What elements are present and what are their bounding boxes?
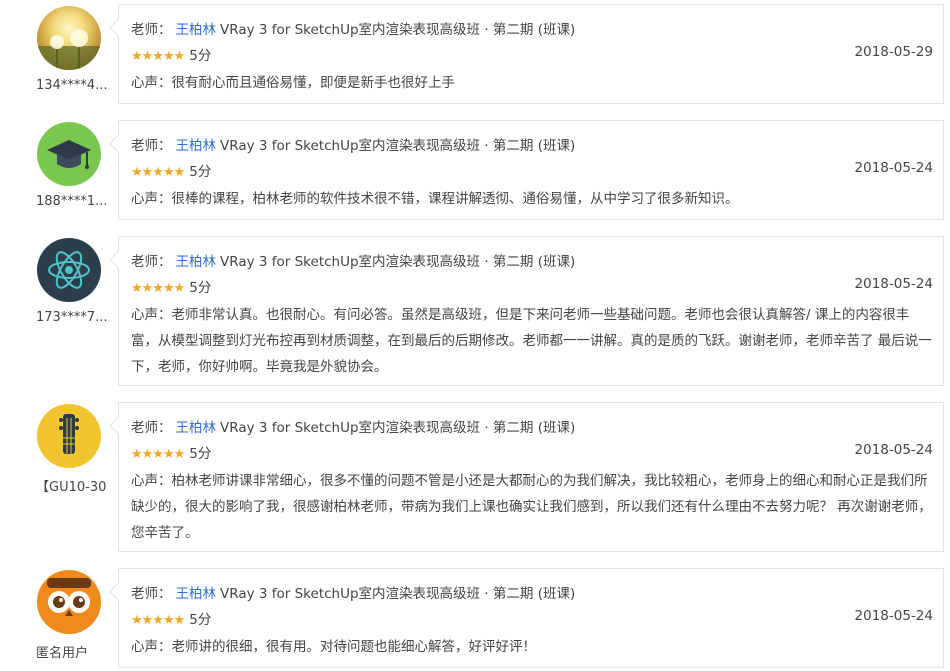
rating: ★★★★★ 5分 bbox=[131, 44, 211, 64]
teacher-label: 老师： bbox=[131, 254, 172, 270]
reviewer: 匿名用户 bbox=[28, 568, 110, 661]
star-rating-icon: ★★★★★ bbox=[131, 165, 185, 180]
atom-icon bbox=[48, 251, 90, 289]
owl-icon bbox=[47, 578, 91, 616]
username[interactable]: 173****7... bbox=[28, 310, 110, 325]
review-item: 188****1... 老师： 王柏林 VRay 3 for SketchUp室内渲… bbox=[0, 120, 950, 220]
course-title: VRay 3 for SketchUp室内渲染表现高级班 · 第二期 (班课) bbox=[220, 420, 576, 436]
reviewer: 188****1... bbox=[28, 120, 110, 209]
review-date: 2018-05-24 bbox=[854, 276, 933, 292]
course-title: VRay 3 for SketchUp室内渲染表现高级班 · 第二期 (班课) bbox=[220, 138, 576, 154]
rating: ★★★★★ 5分 bbox=[131, 160, 211, 180]
avatar[interactable] bbox=[37, 6, 101, 70]
review-card: 老师： 王柏林 VRay 3 for SketchUp室内渲染表现高级班 · 第二期… bbox=[118, 402, 944, 552]
teacher-label: 老师： bbox=[131, 138, 172, 154]
reviewer: 173****7... bbox=[28, 236, 110, 325]
score: 5分 bbox=[189, 612, 212, 628]
teacher-link[interactable]: 王柏林 bbox=[176, 22, 217, 38]
review-item: 134****4... 老师： 王柏林 VRay 3 for SketchUp室内渲… bbox=[0, 4, 950, 104]
review-item: 匿名用户 老师： 王柏林 VRay 3 for SketchUp室内渲染表现高级班 … bbox=[0, 568, 950, 668]
score: 5分 bbox=[189, 280, 212, 296]
review-comment: 心声：老师非常认真。也很耐心。有问必答。虽然是高级班，但是下来问老师一些基础问题… bbox=[131, 307, 932, 375]
review-date: 2018-05-24 bbox=[854, 608, 933, 624]
guitar-icon bbox=[59, 414, 79, 454]
review-comment: 心声：柏林老师讲课非常细心，很多不懂的问题不管是小还是大都耐心的为我们解决，我比… bbox=[131, 473, 932, 541]
review-comment: 心声：很棒的课程，柏林老师的软件技术很不错，课程讲解透彻、通俗易懂，从中学习了很… bbox=[131, 191, 739, 207]
graduation-cap-icon bbox=[47, 140, 91, 169]
rating: ★★★★★ 5分 bbox=[131, 608, 211, 628]
reviewer: 【GU10-30 bbox=[28, 402, 110, 495]
avatar[interactable] bbox=[37, 570, 101, 634]
course-line: 老师： 王柏林 VRay 3 for SketchUp室内渲染表现高级班 · 第二期… bbox=[131, 250, 575, 270]
rating: ★★★★★ 5分 bbox=[131, 442, 211, 462]
username[interactable]: 【GU10-30 bbox=[28, 476, 110, 495]
review-item: 173****7... 老师： 王柏林 VRay 3 for SketchUp室内渲… bbox=[0, 236, 950, 386]
review-card: 老师： 王柏林 VRay 3 for SketchUp室内渲染表现高级班 · 第二期… bbox=[118, 236, 944, 386]
teacher-label: 老师： bbox=[131, 420, 172, 436]
username[interactable]: 匿名用户 bbox=[28, 642, 110, 661]
course-line: 老师： 王柏林 VRay 3 for SketchUp室内渲染表现高级班 · 第二期… bbox=[131, 416, 575, 436]
course-title: VRay 3 for SketchUp室内渲染表现高级班 · 第二期 (班课) bbox=[220, 22, 576, 38]
username[interactable]: 188****1... bbox=[28, 194, 110, 209]
review-card: 老师： 王柏林 VRay 3 for SketchUp室内渲染表现高级班 · 第二期… bbox=[118, 120, 944, 220]
star-rating-icon: ★★★★★ bbox=[131, 613, 185, 628]
review-card: 老师： 王柏林 VRay 3 for SketchUp室内渲染表现高级班 · 第二期… bbox=[118, 568, 944, 668]
review-comment: 心声：很有耐心而且通俗易懂，即便是新手也很好上手 bbox=[131, 75, 455, 91]
review-comment: 心声：老师讲的很细，很有用。对待问题也能细心解答，好评好评！ bbox=[131, 639, 536, 655]
avatar[interactable] bbox=[37, 122, 101, 186]
teacher-label: 老师： bbox=[131, 586, 172, 602]
star-rating-icon: ★★★★★ bbox=[131, 281, 185, 296]
star-rating-icon: ★★★★★ bbox=[131, 49, 185, 64]
score: 5分 bbox=[189, 446, 212, 462]
rating: ★★★★★ 5分 bbox=[131, 276, 211, 296]
score: 5分 bbox=[189, 164, 212, 180]
teacher-link[interactable]: 王柏林 bbox=[176, 138, 217, 154]
reviewer: 134****4... bbox=[28, 4, 110, 93]
course-line: 老师： 王柏林 VRay 3 for SketchUp室内渲染表现高级班 · 第二期… bbox=[131, 134, 575, 154]
review-date: 2018-05-29 bbox=[854, 44, 933, 60]
course-line: 老师： 王柏林 VRay 3 for SketchUp室内渲染表现高级班 · 第二期… bbox=[131, 582, 575, 602]
review-date: 2018-05-24 bbox=[854, 160, 933, 176]
course-line: 老师： 王柏林 VRay 3 for SketchUp室内渲染表现高级班 · 第二期… bbox=[131, 18, 575, 38]
teacher-link[interactable]: 王柏林 bbox=[176, 254, 217, 270]
review-card: 老师： 王柏林 VRay 3 for SketchUp室内渲染表现高级班 · 第二期… bbox=[118, 4, 944, 104]
teacher-label: 老师： bbox=[131, 22, 172, 38]
username[interactable]: 134****4... bbox=[28, 78, 110, 93]
star-rating-icon: ★★★★★ bbox=[131, 447, 185, 462]
course-title: VRay 3 for SketchUp室内渲染表现高级班 · 第二期 (班课) bbox=[220, 586, 576, 602]
score: 5分 bbox=[189, 48, 212, 64]
avatar[interactable] bbox=[37, 404, 101, 468]
teacher-link[interactable]: 王柏林 bbox=[176, 420, 217, 436]
review-date: 2018-05-24 bbox=[854, 442, 933, 458]
course-title: VRay 3 for SketchUp室内渲染表现高级班 · 第二期 (班课) bbox=[220, 254, 576, 270]
avatar[interactable] bbox=[37, 238, 101, 302]
dandelion-photo-icon bbox=[37, 29, 101, 70]
teacher-link[interactable]: 王柏林 bbox=[176, 586, 217, 602]
review-item: 【GU10-30 老师： 王柏林 VRay 3 for SketchUp室内渲染表现… bbox=[0, 402, 950, 552]
